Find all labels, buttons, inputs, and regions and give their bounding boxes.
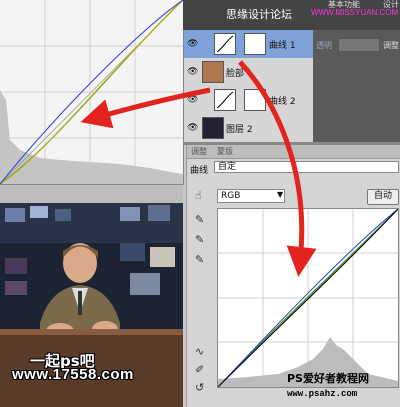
panel-tabs: 调整 蒙版 xyxy=(187,145,400,159)
layer-name: 曲线 2 xyxy=(269,97,296,107)
layer-mask-thumb xyxy=(244,33,266,55)
visibility-eye-icon[interactable]: 👁 xyxy=(187,67,198,77)
layer-name: 曲线 1 xyxy=(269,41,296,51)
smooth-icon[interactable]: ↺ xyxy=(195,381,204,394)
channel-dropdown[interactable]: RGB xyxy=(217,189,285,203)
layer-row-curves-1[interactable]: 👁 曲线 1 xyxy=(184,30,314,59)
ps-watermark-url: www.psahz.com xyxy=(287,389,358,399)
pencil-tool-icon[interactable]: ✐ xyxy=(195,363,204,376)
curves-adjustment-icon xyxy=(214,89,236,111)
opacity-field[interactable] xyxy=(338,38,380,52)
workspace-basic-button[interactable]: 基本功能 xyxy=(328,0,360,10)
chevron-down-icon: ▼ xyxy=(277,190,284,199)
layer-mask-thumb xyxy=(244,89,266,111)
tab-adjust[interactable]: 调整 xyxy=(191,146,207,157)
layer-row-curves-2[interactable]: 👁 曲线 2 xyxy=(184,86,314,115)
layer-thumb-image xyxy=(202,117,224,139)
layer-row-layer-2[interactable]: 👁 图层 2 xyxy=(184,114,314,143)
photo-watermark-url: www.17558.com xyxy=(12,366,134,383)
top-bar: 思缘设计论坛 WWW.MISSYUAN.COM 基本功能 设计 xyxy=(183,0,400,30)
layer-row-face[interactable]: 👁 脸部 xyxy=(184,58,314,87)
layer-thumb-face xyxy=(202,61,224,83)
curves-adjustment-icon xyxy=(214,33,236,55)
opacity-label: 透明 xyxy=(316,41,332,50)
white-point-eyedropper-icon[interactable]: ✎ xyxy=(195,253,204,266)
visibility-eye-icon[interactable]: 👁 xyxy=(187,95,198,105)
visibility-eye-icon[interactable]: 👁 xyxy=(187,123,198,133)
curves-graph-preview xyxy=(0,0,184,185)
preset-dropdown[interactable]: 自定 xyxy=(214,161,399,173)
curves-graph[interactable] xyxy=(217,208,399,388)
gray-point-eyedropper-icon[interactable]: ✎ xyxy=(195,233,204,246)
curve-point-tool-icon[interactable]: ∿ xyxy=(195,345,204,358)
black-point-eyedropper-icon[interactable]: ✎ xyxy=(195,213,204,226)
adjust-label: 调整 xyxy=(383,41,399,50)
layer-name: 脸部 xyxy=(226,69,245,79)
preset-label: 曲线 xyxy=(190,166,209,176)
layer-name: 图层 2 xyxy=(226,125,253,135)
visibility-eye-icon[interactable]: 👁 xyxy=(187,39,198,49)
auto-button[interactable]: 自动 xyxy=(367,189,399,205)
hand-adjust-icon[interactable]: ☝ xyxy=(195,189,202,202)
adjustments-panel: 调整 蒙版 曲线 自定 ☝ RGB ▼ 自动 ✎ ✎ ✎ ∿ ✐ ↺ PS爱好者… xyxy=(186,145,400,407)
photo-gap xyxy=(0,185,183,203)
ps-watermark-cn: PS爱好者教程网 xyxy=(287,372,369,385)
right-panel-strip: 透明 调整 xyxy=(313,30,400,142)
tab-mask[interactable]: 蒙版 xyxy=(217,146,233,157)
layers-panel: 👁 曲线 1 👁 脸部 👁 曲线 2 👁 图层 2 xyxy=(183,30,314,143)
workspace-design-button[interactable]: 设计 xyxy=(383,0,399,10)
site-name: 思缘设计论坛 xyxy=(226,8,292,21)
